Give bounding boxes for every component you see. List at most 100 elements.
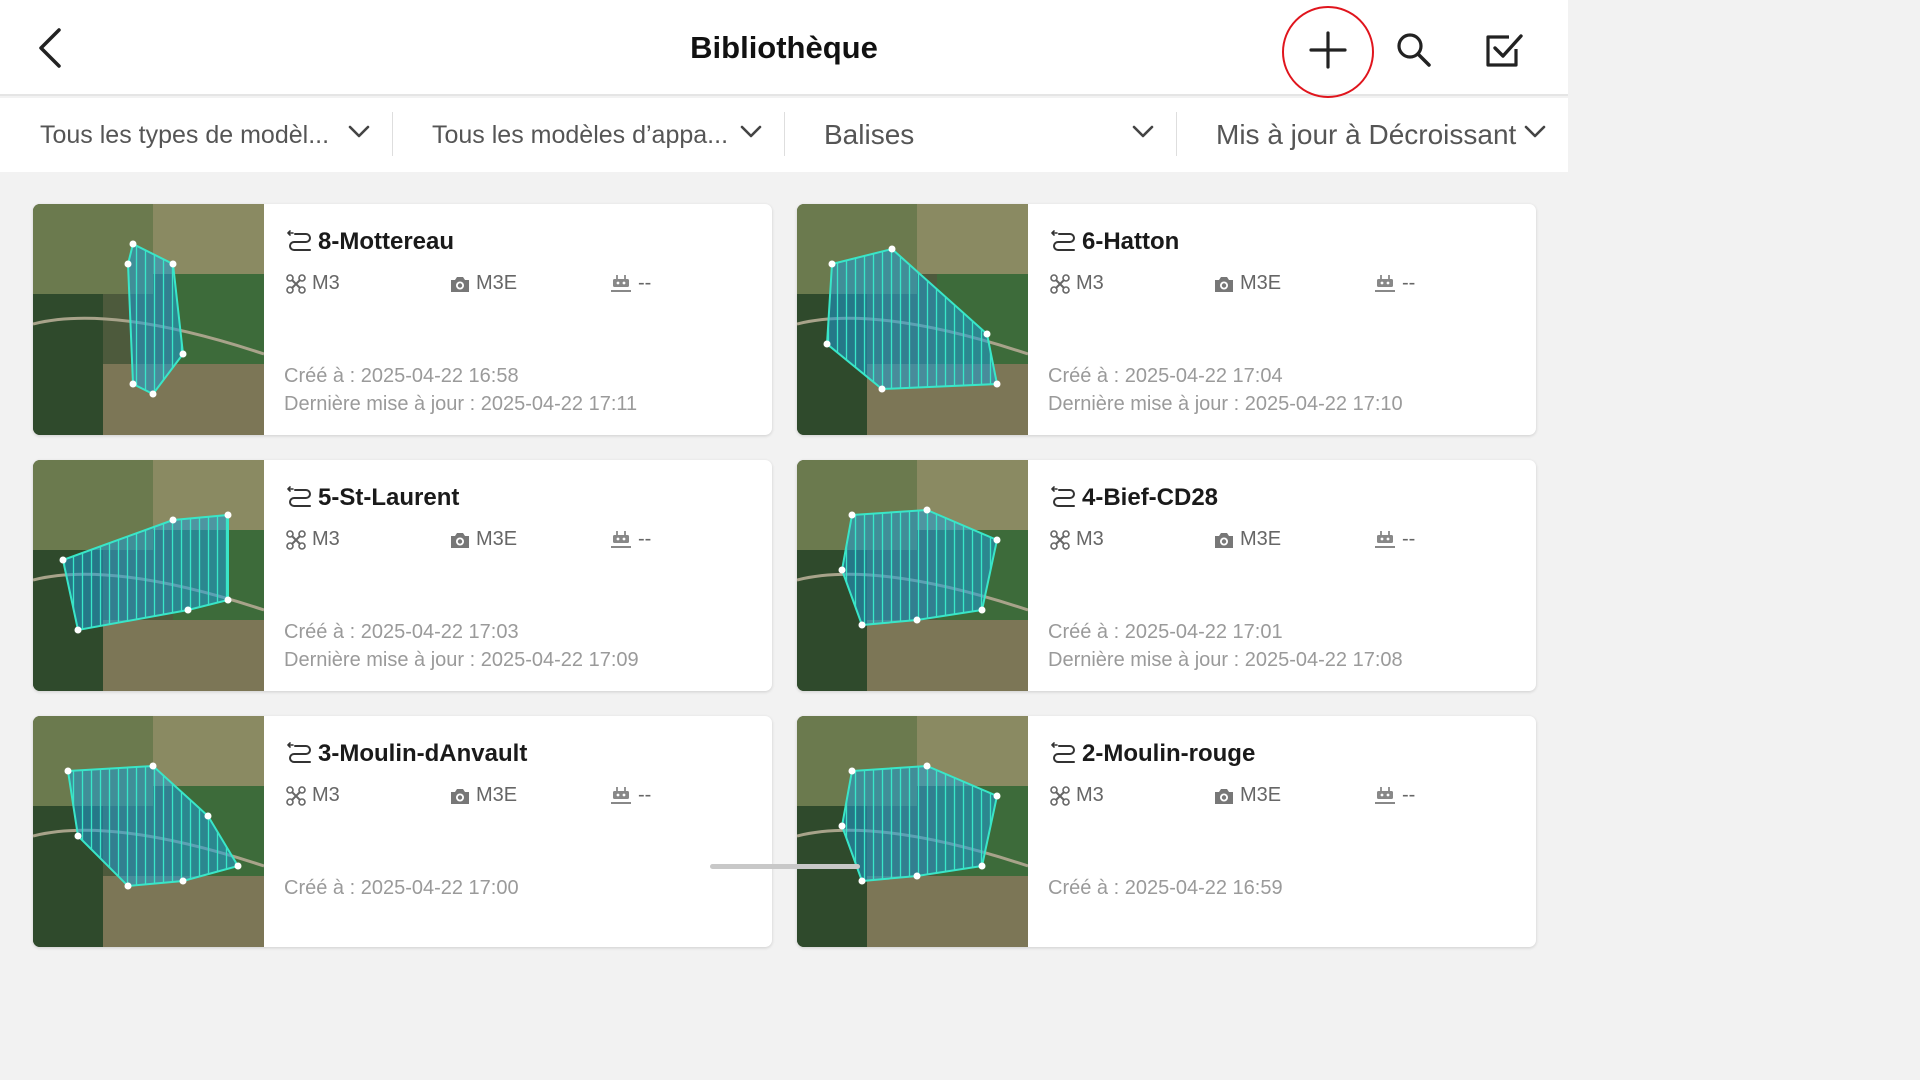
updated-date: Dernière mise à jour : 2025-04-22 17:11 <box>284 393 638 415</box>
waypoint-marker <box>129 380 137 388</box>
mission-name: 4-Bief-CD28 <box>1082 484 1219 511</box>
search-icon <box>1397 33 1431 67</box>
mission-card[interactable]: 5-St-Laurent M3 M3E -- Créé à: 2025-04-… <box>33 460 772 691</box>
waypoint-marker <box>124 260 132 268</box>
waypoint-marker <box>838 822 846 830</box>
home-indicator[interactable] <box>710 864 860 869</box>
mission-dates: Créé à : 2025-04-22 16:58 Dernière mise … <box>284 362 637 418</box>
filter-label: Balises <box>824 119 915 150</box>
filter-tags[interactable]: Balises <box>784 98 1176 172</box>
waypoint-marker <box>149 390 157 398</box>
mission-card[interactable]: 2-Moulin-rouge M3 M3E -- Créé à: 2025-0… <box>797 716 1536 947</box>
camera-icon <box>451 788 469 804</box>
aircraft-model: M3 <box>1050 272 1104 295</box>
mission-map-thumbnail <box>797 204 1028 435</box>
payload-icon <box>611 530 631 548</box>
mission-card[interactable]: 6-Hatton M3 M3E -- Créé à: 2025-04-22 1… <box>797 204 1536 435</box>
waypoint-marker <box>204 812 212 820</box>
filter-aircraft-model[interactable]: Tous les modèles d’appa... <box>392 98 784 172</box>
mission-info: 3-Moulin-dAnvault M3 M3E -- Créé à: 202… <box>264 716 772 947</box>
waypoint-route-icon <box>1051 742 1075 763</box>
camera-icon <box>1215 788 1233 804</box>
add-button[interactable] <box>1300 22 1356 78</box>
camera-model: M3E <box>1214 784 1281 807</box>
waypoint-marker <box>169 516 177 524</box>
filter-label: Tous les modèles d’appa... <box>432 120 729 149</box>
waypoint-route-icon <box>287 486 311 507</box>
mission-card[interactable]: 3-Moulin-dAnvault M3 M3E -- Créé à: 202… <box>33 716 772 947</box>
chevron-down-icon <box>1132 125 1154 138</box>
mission-info: 8-Mottereau M3 M3E -- Créé à: 2025-04-2… <box>264 204 772 435</box>
mission-info: 4-Bief-CD28 M3 M3E -- Créé à: 2025-04-2… <box>1028 460 1536 691</box>
mission-map-thumbnail <box>33 204 264 435</box>
mission-map-thumbnail <box>797 460 1028 691</box>
multi-select-button[interactable] <box>1476 22 1532 78</box>
payload-model: -- <box>1374 272 1415 295</box>
payload-icon <box>1375 274 1395 292</box>
waypoint-marker <box>923 506 931 514</box>
payload-model: -- <box>1374 528 1415 551</box>
waypoint-marker <box>64 767 72 775</box>
mission-dates: Créé à : 2025-04-22 16:59 <box>1048 874 1283 902</box>
aircraft-model: M3 <box>1050 784 1104 807</box>
waypoint-route-icon <box>1051 486 1075 507</box>
waypoint-marker <box>124 882 132 890</box>
filter-sort[interactable]: Mis à jour à Décroissant <box>1176 98 1568 172</box>
mission-name: 6-Hatton <box>1082 228 1180 255</box>
waypoint-marker <box>913 616 921 624</box>
waypoint-marker <box>978 606 986 614</box>
camera-icon <box>451 276 469 292</box>
mission-card[interactable]: 4-Bief-CD28 M3 M3E -- Créé à: 2025-04-2… <box>797 460 1536 691</box>
mission-dates: Créé à : 2025-04-22 17:00 <box>284 874 519 902</box>
waypoint-marker <box>59 556 67 564</box>
aircraft-model: M3 <box>286 272 340 295</box>
payload-icon <box>611 786 631 804</box>
payload-icon <box>1375 786 1395 804</box>
created-date: Créé à : 2025-04-22 17:00 <box>284 877 519 899</box>
waypoint-marker <box>149 762 157 770</box>
camera-icon <box>1215 532 1233 548</box>
updated-date: Dernière mise à jour : 2025-04-22 17:09 <box>284 649 639 671</box>
waypoint-marker <box>838 566 846 574</box>
waypoint-marker <box>983 330 991 338</box>
updated-date: Dernière mise à jour : 2025-04-22 17:10 <box>1048 393 1403 415</box>
camera-model: M3E <box>450 528 517 551</box>
payload-model: -- <box>610 784 651 807</box>
payload-model: -- <box>1374 784 1415 807</box>
mission-map-thumbnail <box>33 716 264 947</box>
waypoint-marker <box>179 350 187 358</box>
waypoint-marker <box>888 245 896 253</box>
filter-template-type[interactable]: Tous les types de modèl... <box>0 98 392 172</box>
drone-icon <box>286 529 306 550</box>
camera-icon <box>1215 276 1233 292</box>
waypoint-marker <box>224 596 232 604</box>
mission-card[interactable]: 8-Mottereau M3 M3E -- Créé à: 2025-04-2… <box>33 204 772 435</box>
payload-icon <box>611 274 631 292</box>
filter-label: Mis à jour à Décroissant <box>1216 119 1517 150</box>
waypoint-marker <box>913 872 921 880</box>
aircraft-model: M3 <box>286 784 340 807</box>
top-bar: Bibliothèque <box>0 0 1568 98</box>
mission-map-thumbnail <box>33 460 264 691</box>
mission-name: 2-Moulin-rouge <box>1082 740 1256 767</box>
waypoint-route-icon <box>1051 230 1075 251</box>
aircraft-model: M3 <box>286 528 340 551</box>
camera-model: M3E <box>1214 528 1281 551</box>
waypoint-marker <box>993 792 1001 800</box>
mission-name: 5-St-Laurent <box>318 484 460 511</box>
created-date: Créé à : 2025-04-22 17:04 <box>1048 365 1283 387</box>
waypoint-marker <box>858 877 866 885</box>
created-date: Créé à : 2025-04-22 16:58 <box>284 365 519 387</box>
aircraft-model: M3 <box>1050 528 1104 551</box>
search-button[interactable] <box>1386 22 1442 78</box>
camera-model: M3E <box>1214 272 1281 295</box>
waypoint-marker <box>978 862 986 870</box>
waypoint-marker <box>993 380 1001 388</box>
waypoint-marker <box>858 621 866 629</box>
chevron-down-icon <box>1524 125 1546 138</box>
chevron-down-icon <box>740 125 762 138</box>
mission-dates: Créé à : 2025-04-22 17:01 Dernière mise … <box>1048 618 1403 674</box>
updated-date: Dernière mise à jour : 2025-04-22 17:08 <box>1048 649 1403 671</box>
created-date: Créé à : 2025-04-22 17:03 <box>284 621 519 643</box>
waypoint-marker <box>224 511 232 519</box>
